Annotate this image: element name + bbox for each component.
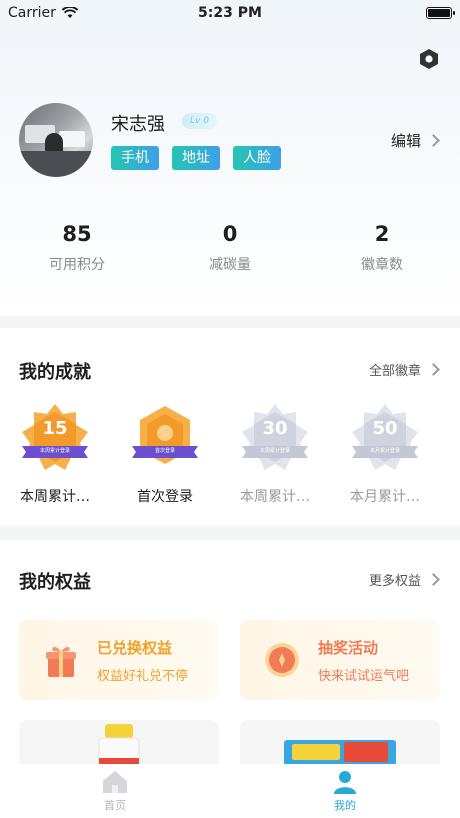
tag-face[interactable]: 人脸 [233,146,281,170]
edit-label: 编辑 [391,132,422,150]
badge-monthly-50[interactable]: 50 本月累计登录 本月累计… [335,402,435,506]
badge-first-login[interactable]: 首次登录 首次登录 [115,402,215,506]
carrier-label: Carrier [8,5,56,21]
badge-ribbon: 本周累计登录 [259,448,290,454]
tab-home[interactable]: 首页 [0,764,230,818]
stat-points[interactable]: 85 可用积分 [17,222,137,274]
benefits-title: 我的权益 [19,572,91,593]
user-icon [334,771,356,794]
lottery-icon [265,643,299,677]
achievements-title: 我的成就 [19,362,91,383]
avatar[interactable] [19,103,93,177]
tab-label: 首页 [104,799,126,812]
more-benefits-link[interactable]: 更多权益 [368,570,440,589]
chevron-right-icon [427,134,440,147]
badge-15-icon: 15 本周累计登录 [18,402,92,476]
badge-number: 50 [372,418,398,439]
benefit-title: 已兑换权益 [97,639,173,657]
tab-label: 我的 [334,799,356,812]
stat-carbon[interactable]: 0 减碳量 [170,222,290,274]
badge-label: 本月累计… [350,489,420,505]
tag-address[interactable]: 地址 [172,146,220,170]
stat-label: 可用积分 [49,257,105,273]
badge-label: 本周累计… [240,489,310,505]
stat-value: 0 [222,222,238,246]
settings-button[interactable] [417,47,441,71]
home-icon [103,771,127,793]
stat-label: 徽章数 [361,257,403,273]
benefit-subtitle: 快来试试运气吧 [318,669,410,684]
badge-number: 15 [42,418,68,439]
gift-icon [46,647,76,677]
benefit-title: 抽奖活动 [318,639,379,657]
badge-ribbon: 首次登录 [154,448,175,454]
settings-icon [420,49,438,69]
chevron-right-icon [427,573,440,586]
status-left: Carrier [8,5,78,21]
edit-profile-link[interactable]: 编辑 [391,130,440,151]
benefit-subtitle: 权益好礼兑不停 [97,669,189,684]
stat-value: 85 [62,222,92,246]
all-badges-label: 全部徽章 [368,364,421,379]
badge-first-login-icon: 首次登录 [128,402,202,476]
stat-label: 减碳量 [209,257,251,273]
tab-mine[interactable]: 我的 [230,764,460,818]
badge-label: 本周累计… [20,489,90,505]
redeemed-benefits-card[interactable]: 已兑换权益 权益好礼兑不停 [19,620,219,700]
badge-weekly-30[interactable]: 30 本周累计登录 本周累计… [225,402,325,506]
user-name: 宋志强 [111,114,165,135]
badge-number: 30 [262,418,288,439]
status-bar: Carrier 5:23 PM [0,0,460,26]
badge-30-icon: 30 本周累计登录 [238,402,312,476]
stat-value: 2 [374,222,390,246]
badge-ribbon: 本月累计登录 [369,448,400,454]
chevron-right-icon [427,363,440,376]
battery-icon [426,7,455,19]
all-badges-link[interactable]: 全部徽章 [368,360,440,379]
badge-label: 首次登录 [137,489,193,505]
lottery-card[interactable]: 抽奖活动 快来试试运气吧 [240,620,440,700]
achievements-card: 我的成就 全部徽章 15 本周累计登录 本周累计… 首次登录 首次登录 30 本… [0,328,460,526]
badge-50-icon: 50 本月累计登录 [348,402,422,476]
tag-phone[interactable]: 手机 [111,146,159,170]
badge-weekly-15[interactable]: 15 本周累计登录 本周累计… [5,402,105,506]
more-benefits-label: 更多权益 [368,574,421,589]
wifi-icon [61,7,78,18]
benefits-card: 我的权益 更多权益 已兑换权益 权益好礼兑不停 抽奖活动 快来试试运气吧 [0,540,460,780]
badge-ribbon: 本周累计登录 [39,448,70,454]
stat-badges[interactable]: 2 徽章数 [322,222,442,274]
level-badge: Lv 0 [182,113,217,129]
tab-bar: 首页 我的 [0,764,460,818]
